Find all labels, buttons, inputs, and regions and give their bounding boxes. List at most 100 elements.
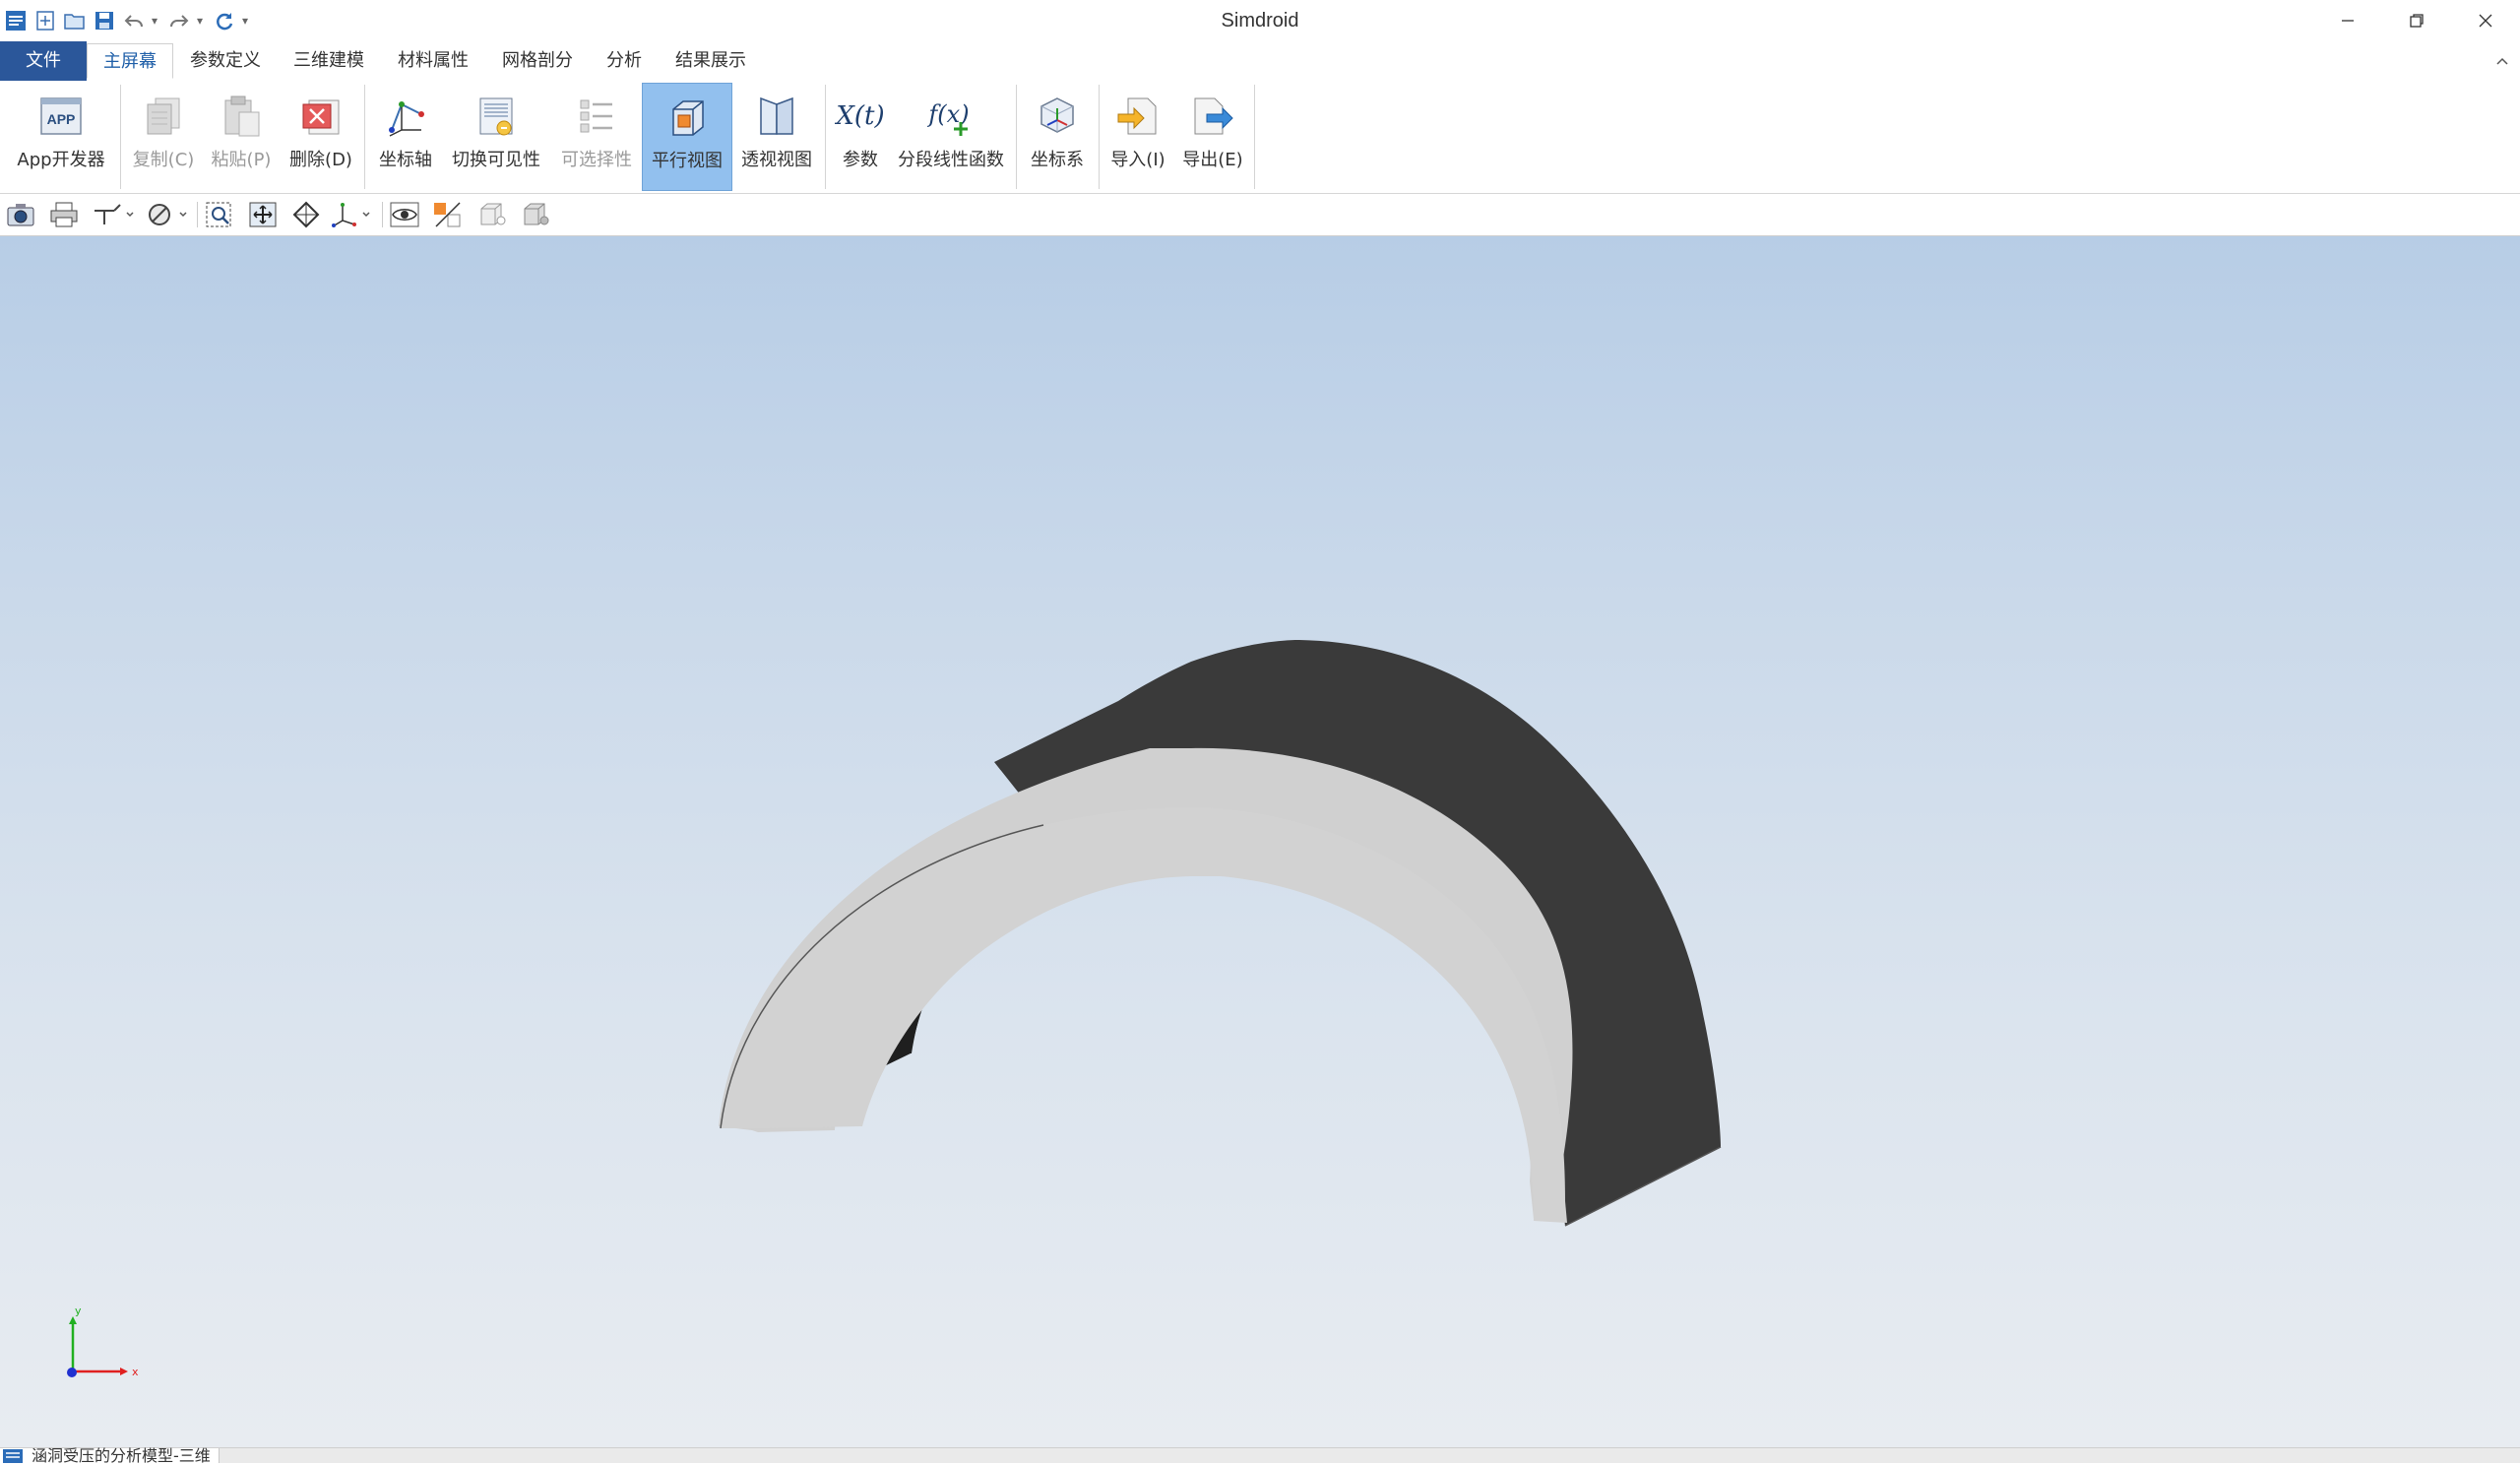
- document-icon: [3, 1449, 23, 1463]
- customize-icon[interactable]: ▾: [242, 14, 252, 28]
- ribbon-separator: [1099, 85, 1100, 189]
- toolbar-separator: [197, 202, 198, 227]
- toggle-visibility-icon: [471, 91, 522, 142]
- import-label: 导入(I): [1110, 150, 1166, 170]
- zoom-fit-icon[interactable]: [246, 199, 280, 230]
- app-developer-icon: APP: [35, 91, 87, 142]
- restore-button[interactable]: [2382, 0, 2451, 41]
- parallel-view-button[interactable]: 平行视图: [642, 83, 732, 191]
- document-tab-bar: 涵洞受压的分析模型-三维: [0, 1446, 2520, 1465]
- selectability-icon: [571, 91, 622, 142]
- tab-home[interactable]: 主屏幕: [87, 43, 173, 79]
- tab-mesh[interactable]: 网格剖分: [486, 43, 589, 79]
- y-axis-label: y: [75, 1305, 82, 1317]
- quick-access-toolbar: ▾ ▾ ▾: [4, 6, 252, 35]
- coordinate-axis-icon: [380, 91, 431, 142]
- perspective-view-button[interactable]: 透视视图: [734, 83, 819, 191]
- axis-triad: y x: [67, 1305, 139, 1378]
- shadow-box-icon[interactable]: [520, 199, 553, 230]
- ribbon-separator: [1016, 85, 1017, 189]
- refresh-icon[interactable]: [213, 9, 236, 32]
- export-button[interactable]: 导出(E): [1175, 83, 1250, 191]
- zoom-box-icon[interactable]: [203, 199, 236, 230]
- svg-text:f(x): f(x): [926, 100, 969, 128]
- paste-icon: [216, 91, 267, 142]
- axis-triad-icon[interactable]: [91, 199, 136, 230]
- toggle-visibility-button[interactable]: 切换可见性: [445, 83, 547, 191]
- perspective-view-label: 透视视图: [741, 150, 812, 170]
- ribbon-separator: [825, 85, 826, 189]
- save-icon[interactable]: [93, 9, 116, 32]
- menu-bar: 文件 主屏幕 参数定义 三维建模 材料属性 网格剖分 分析 结果展示: [0, 41, 2520, 82]
- undo-dropdown-icon[interactable]: ▾: [152, 14, 161, 28]
- app-developer-button[interactable]: APP App开发器: [6, 83, 116, 191]
- tab-3d-modeling[interactable]: 三维建模: [278, 43, 380, 79]
- redo-icon[interactable]: [167, 9, 191, 32]
- screenshot-icon[interactable]: [4, 199, 37, 230]
- view-orientation-icon[interactable]: [331, 199, 376, 230]
- selectability-button[interactable]: 可选择性: [551, 83, 642, 191]
- paste-button[interactable]: 粘贴(P): [203, 83, 280, 191]
- minimize-icon: [2342, 20, 2354, 22]
- undo-icon[interactable]: [122, 9, 146, 32]
- render-mode-icon[interactable]: [146, 199, 191, 230]
- transparency-icon[interactable]: [431, 199, 465, 230]
- import-button[interactable]: 导入(I): [1102, 83, 1173, 191]
- tab-material-properties[interactable]: 材料属性: [382, 43, 484, 79]
- delete-button[interactable]: 删除(D): [282, 83, 360, 191]
- graphics-toolbar: [0, 194, 2520, 236]
- delete-icon: [295, 91, 346, 142]
- copy-icon: [138, 91, 189, 142]
- ribbon-separator: [1254, 85, 1255, 189]
- graphics-viewport[interactable]: y x: [0, 236, 2520, 1447]
- coordinate-system-icon: [1032, 91, 1083, 142]
- close-button[interactable]: [2451, 0, 2520, 41]
- selectability-label: 可选择性: [561, 150, 632, 170]
- ribbon: APP App开发器 复制(C) 粘贴(P) 删除(D) 坐标轴 切换可见性 可…: [0, 81, 2520, 194]
- parameters-label: 参数: [843, 150, 878, 170]
- rotate-view-icon[interactable]: [289, 199, 323, 230]
- copy-label: 复制(C): [132, 150, 195, 170]
- toolbar-separator: [382, 202, 383, 227]
- export-label: 导出(E): [1182, 150, 1243, 170]
- parameters-button[interactable]: X(t) 参数: [829, 83, 892, 191]
- collapse-ribbon-button[interactable]: [2492, 51, 2512, 71]
- title-bar: ▾ ▾ ▾ Simdroid: [0, 0, 2520, 41]
- svg-text:APP: APP: [47, 111, 76, 127]
- coordinate-system-label: 坐标系: [1031, 150, 1084, 170]
- tab-parameter-definition[interactable]: 参数定义: [174, 43, 277, 79]
- x-axis-label: x: [132, 1366, 139, 1378]
- app-logo-icon[interactable]: [4, 9, 28, 32]
- light-box-icon[interactable]: [476, 199, 510, 230]
- document-tab-label: 涵洞受压的分析模型-三维: [32, 1446, 211, 1465]
- print-icon[interactable]: [47, 199, 81, 230]
- parallel-view-icon: [662, 92, 713, 143]
- piecewise-function-icon: f(x): [925, 91, 976, 142]
- coordinate-system-button[interactable]: 坐标系: [1020, 83, 1095, 191]
- redo-dropdown-icon[interactable]: ▾: [197, 14, 207, 28]
- z-axis-dot: [67, 1368, 77, 1377]
- copy-button[interactable]: 复制(C): [126, 83, 201, 191]
- document-tab[interactable]: 涵洞受压的分析模型-三维: [0, 1446, 220, 1465]
- coordinate-axis-button[interactable]: 坐标轴: [370, 83, 441, 191]
- file-menu[interactable]: 文件: [0, 41, 87, 81]
- app-developer-label: App开发器: [17, 150, 105, 170]
- piecewise-function-label: 分段线性函数: [898, 150, 1004, 170]
- arch-tunnel-model[interactable]: [0, 236, 2520, 1447]
- tab-results[interactable]: 结果展示: [660, 43, 762, 79]
- import-icon: [1112, 91, 1164, 142]
- tab-analysis[interactable]: 分析: [591, 43, 658, 79]
- show-hide-icon[interactable]: [388, 199, 421, 230]
- new-file-icon[interactable]: [33, 9, 57, 32]
- delete-label: 删除(D): [289, 150, 352, 170]
- open-folder-icon[interactable]: [63, 9, 87, 32]
- chevron-up-icon: [2496, 57, 2508, 65]
- minimize-button[interactable]: [2313, 0, 2382, 41]
- piecewise-function-button[interactable]: f(x) 分段线性函数: [892, 83, 1010, 191]
- restore-icon: [2410, 14, 2424, 28]
- coordinate-axis-label: 坐标轴: [379, 150, 432, 170]
- export-icon: [1187, 91, 1238, 142]
- svg-text:X(t): X(t): [835, 101, 885, 131]
- window-controls: [2313, 0, 2520, 41]
- arch-outer-surface: [994, 640, 1721, 1226]
